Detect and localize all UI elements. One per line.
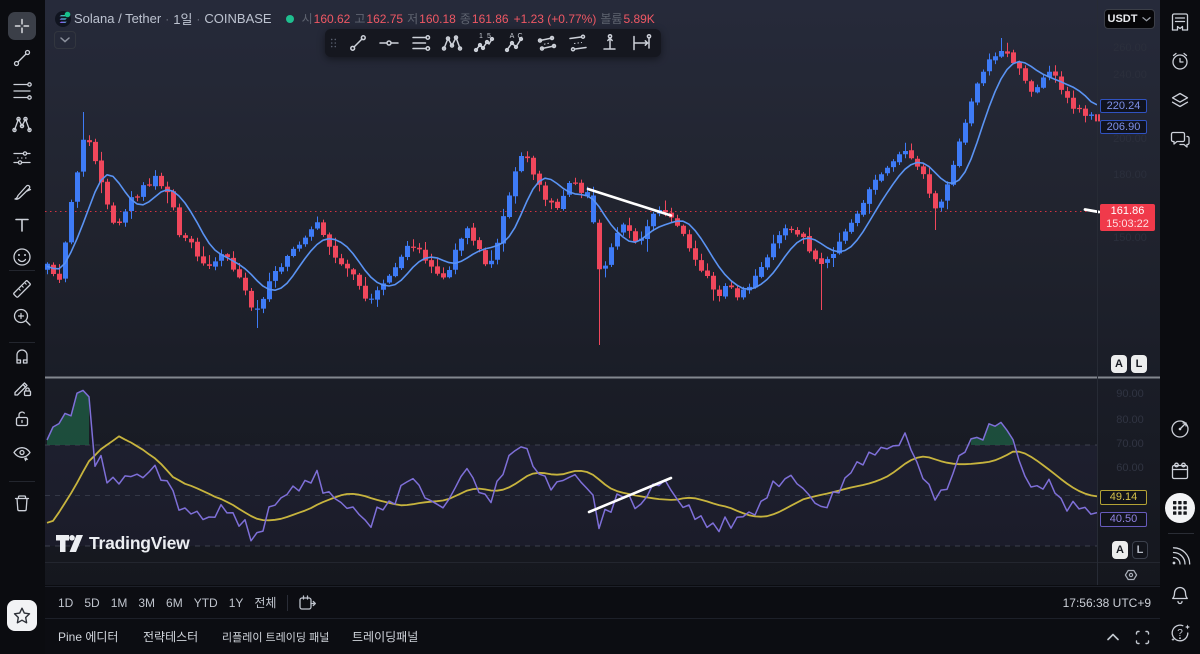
svg-text:?: ?	[1177, 628, 1183, 639]
svg-text:1: 1	[479, 33, 483, 40]
svg-text:A: A	[510, 33, 515, 40]
